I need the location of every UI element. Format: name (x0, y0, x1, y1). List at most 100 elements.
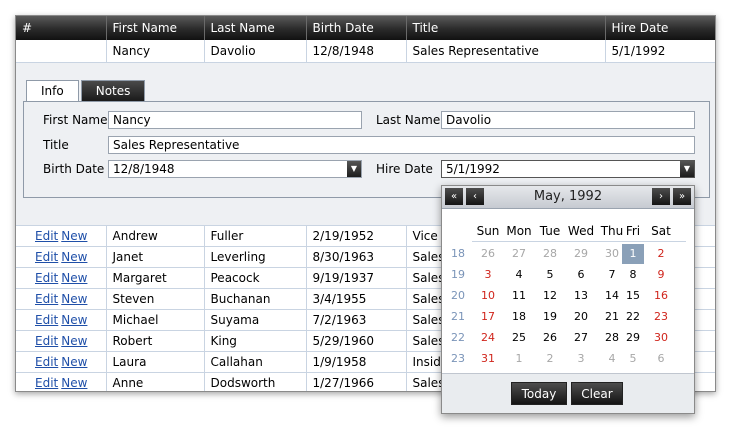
weekday-header: Fri (625, 224, 641, 238)
today-button[interactable]: Today (511, 382, 567, 405)
calendar-day[interactable]: 20 (570, 307, 592, 327)
calendar-day[interactable]: 2 (539, 349, 561, 369)
tab-notes[interactable]: Notes (80, 80, 146, 101)
calendar-day[interactable]: 10 (477, 286, 499, 306)
cell: 2/19/1952 (306, 225, 407, 247)
calendar-day[interactable]: 30 (601, 244, 623, 264)
week-number: 23 (451, 352, 465, 365)
col-header-last-name[interactable]: Last Name (204, 16, 307, 40)
cell: Sales Representative (406, 40, 606, 63)
calendar-day[interactable]: 3 (570, 349, 592, 369)
weekday-header: Wed (567, 224, 595, 238)
cell: Anne (106, 372, 205, 391)
calendar-day[interactable]: 1 (508, 349, 530, 369)
edit-link[interactable]: Edit (35, 355, 58, 369)
cell: 7/2/1963 (306, 309, 407, 331)
col-header-hire-date[interactable]: Hire Date (605, 16, 715, 40)
first-name-field[interactable]: Nancy (108, 111, 362, 129)
calendar-day[interactable]: 11 (508, 286, 530, 306)
cell: Steven (106, 288, 205, 310)
new-link[interactable]: New (61, 313, 87, 327)
title-field[interactable]: Sales Representative (108, 136, 695, 154)
row-actions: Edit New (16, 288, 107, 310)
calendar-day[interactable]: 12 (539, 286, 561, 306)
calendar-day[interactable]: 17 (477, 307, 499, 327)
new-link[interactable]: New (61, 376, 87, 390)
row-actions: Edit New (16, 351, 107, 373)
cell: 9/19/1937 (306, 267, 407, 289)
weekday-header: Mon (506, 224, 532, 238)
edit-link[interactable]: Edit (35, 250, 58, 264)
calendar-day[interactable]: 5 (622, 349, 644, 369)
calendar-day[interactable]: 8 (622, 265, 644, 285)
calendar-day[interactable]: 18 (508, 307, 530, 327)
new-link[interactable]: New (61, 292, 87, 306)
calendar-day[interactable]: 19 (539, 307, 561, 327)
col-header-title[interactable]: Title (406, 16, 606, 40)
calendar-day[interactable]: 21 (601, 307, 623, 327)
first-name-label: First Name (43, 113, 108, 127)
clear-button[interactable]: Clear (571, 382, 623, 405)
new-link[interactable]: New (61, 355, 87, 369)
hire-date-label: Hire Date (376, 162, 433, 176)
calendar-day[interactable]: 15 (622, 286, 644, 306)
cell: Nancy (106, 40, 205, 63)
edit-link[interactable]: Edit (35, 313, 58, 327)
tab-info[interactable]: Info (26, 80, 79, 102)
chevron-down-icon[interactable]: ▼ (680, 161, 694, 177)
row-actions: Edit New (16, 309, 107, 331)
calendar-day[interactable]: 26 (539, 328, 561, 348)
calendar-day[interactable]: 6 (650, 349, 672, 369)
calendar-header: « ‹ May, 1992 › » (442, 186, 694, 209)
next-year-icon[interactable]: » (673, 188, 691, 205)
calendar-day[interactable]: 28 (601, 328, 623, 348)
calendar-day[interactable]: 22 (622, 307, 644, 327)
calendar-day[interactable]: 9 (650, 265, 672, 285)
col-header-first-name[interactable]: First Name (106, 16, 205, 40)
cell: Dodsworth (204, 372, 307, 391)
calendar-day[interactable]: 4 (508, 265, 530, 285)
calendar-day[interactable]: 28 (539, 244, 561, 264)
calendar-day[interactable]: 24 (477, 328, 499, 348)
calendar-day[interactable]: 16 (650, 286, 672, 306)
new-link[interactable]: New (61, 250, 87, 264)
birth-date-picker[interactable]: 12/8/1948 ▼ (108, 160, 362, 178)
calendar-day[interactable]: 29 (570, 244, 592, 264)
col-header-birth-date[interactable]: Birth Date (306, 16, 407, 40)
calendar-day[interactable]: 13 (570, 286, 592, 306)
calendar-day[interactable]: 7 (601, 265, 623, 285)
col-header-number[interactable]: # (16, 16, 107, 40)
hire-date-picker[interactable]: 5/1/1992 ▼ (441, 160, 695, 178)
edited-row[interactable]: Nancy Davolio 12/8/1948 Sales Representa… (16, 40, 715, 63)
calendar-day[interactable]: 3 (477, 265, 499, 285)
calendar-day[interactable]: 14 (601, 286, 623, 306)
calendar-day[interactable]: 26 (477, 244, 499, 264)
new-link[interactable]: New (61, 334, 87, 348)
new-link[interactable]: New (61, 271, 87, 285)
calendar-day[interactable]: 31 (477, 349, 499, 369)
calendar-day[interactable]: 2 (650, 244, 672, 264)
calendar-day[interactable]: 1 (622, 244, 644, 264)
calendar-day[interactable]: 23 (650, 307, 672, 327)
calendar-day[interactable]: 27 (570, 328, 592, 348)
calendar-days: Sun Mon Tue Wed Thu Fri Sat 18 26 27 28 29 30 1 2 19 3 4 5… (442, 209, 694, 373)
calendar-day[interactable]: 4 (601, 349, 623, 369)
calendar-day[interactable]: 5 (539, 265, 561, 285)
edit-link[interactable]: Edit (35, 376, 58, 390)
edit-link[interactable]: Edit (35, 334, 58, 348)
edit-link[interactable]: Edit (35, 292, 58, 306)
edit-link[interactable]: Edit (35, 229, 58, 243)
next-month-icon[interactable]: › (652, 188, 670, 205)
row-actions: Edit New (16, 225, 107, 247)
new-link[interactable]: New (61, 229, 87, 243)
cell: Michael (106, 309, 205, 331)
cell: 8/30/1963 (306, 246, 407, 268)
calendar-day[interactable]: 30 (650, 328, 672, 348)
calendar-day[interactable]: 29 (622, 328, 644, 348)
calendar-day[interactable]: 6 (570, 265, 592, 285)
edit-link[interactable]: Edit (35, 271, 58, 285)
calendar-day[interactable]: 27 (508, 244, 530, 264)
chevron-down-icon[interactable]: ▼ (347, 161, 361, 177)
last-name-field[interactable]: Davolio (441, 111, 695, 129)
calendar-day[interactable]: 25 (508, 328, 530, 348)
